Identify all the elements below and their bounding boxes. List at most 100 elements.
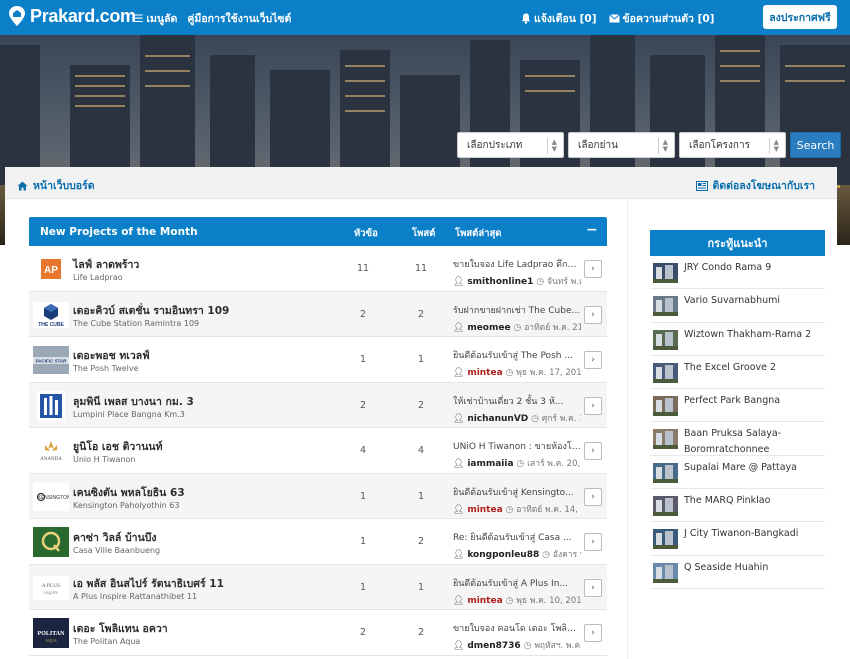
messages-link[interactable]: ข้อความส่วนตัว [0] [608,10,714,27]
sidebar-item[interactable]: Wiztown Thakham-Rama 2 [650,323,825,356]
topic-count: 1 [359,581,367,593]
latest-post-title[interactable]: ยินดีต้อนรับเข้าสู่ Kensingto... [453,485,581,499]
sidebar-item[interactable]: Perfect Park Bangna [650,389,825,423]
property-type-select[interactable]: เลือกประเภท ▲ ▼ [457,132,564,158]
contact-advertise-link[interactable]: ติดต่อลงโฆษณากับเรา [695,177,815,194]
forum-title-link[interactable]: เคนซิงตัน พหลโยธิน 63 [73,484,185,501]
forum-title-link[interactable]: คาซ่า วิลล์ บ้านบึง [73,529,157,546]
latest-post-title[interactable]: ให้เช่าบ้านเดี่ยว 2 ชั้น 3 ห้... [453,394,581,408]
post-author[interactable]: nichanunVD [467,414,528,424]
sidebar-item[interactable]: J City Tiwanon-Bangkadi [650,522,825,556]
latest-post-title[interactable]: ยินดีต้อนรับเข้าสู่ The Posh ... [453,348,581,362]
go-to-latest-icon[interactable]: › [584,578,602,597]
breadcrumb[interactable]: หน้าเว็บบอร์ด [17,177,95,194]
go-to-latest-icon[interactable]: › [584,533,602,551]
project-logo[interactable]: PACIFIC STAR [33,345,69,375]
sidebar-item[interactable]: Q Seaside Huahin [650,556,825,589]
forum-row[interactable]: ANANDA ยูนิโอ เอช ติวานนท์ Unio H Tiwano… [29,428,607,474]
latest-post-title[interactable]: ขายใบจอง Life Ladprao ตึกA ... [453,257,581,271]
latest-post-title[interactable]: ขายใบจอง คอนโด เดอะ โพลิแท... [453,621,581,635]
menu-button[interactable]: ☰ เมนูลัด [134,10,177,27]
forum-title-link[interactable]: เดอะพอช ทเวลฟ์ [73,347,150,364]
forum-title-link[interactable]: เดอะ โพลิแทน อควา [73,620,168,637]
forum-row[interactable]: THE CUBE เดอะคิวบ์ สเตชั่น รามอินทรา 109… [29,291,607,337]
area-value: เลือกย่าน [578,139,618,151]
latest-post-column-header: โพสต์ล่าสุด [455,228,502,239]
post-date: อาทิตย์ พ.ค. 21,... [524,322,581,333]
clock-icon: ◷ [531,413,540,424]
project-logo[interactable] [33,527,69,557]
project-logo[interactable]: POLITAN AQUA [33,618,69,648]
topics-column-header: หัวข้อ [354,228,378,239]
latest-post-title[interactable]: UNiO H Tiwanon : ขายห้องโป... [453,439,581,453]
go-to-latest-icon[interactable]: › [584,260,602,278]
forum-row[interactable]: PACIFIC STAR เดอะพอช ทเวลฟ์ The Posh Twe… [29,337,607,383]
sidebar-item[interactable]: The MARQ Pinklao [650,489,825,523]
latest-post: ยินดีต้อนรับเข้าสู่ A Plus In... 👤︎ mint… [453,576,581,607]
forum-row[interactable]: AP ไลฟ์ ลาดพร้าว Life Ladprao 11 11 ขายใ… [29,246,607,292]
go-to-latest-icon[interactable]: › [584,396,602,415]
hamburger-icon: ☰ [134,12,144,25]
post-author[interactable]: dmen8736 [467,641,520,651]
forum-subtitle: The Posh Twelve [73,364,139,373]
sidebar-item[interactable]: Supalai Mare @ Pattaya [650,456,825,490]
project-logo[interactable]: ANANDA [33,436,69,466]
project-thumbnail [653,396,678,417]
sidebar-item[interactable]: The Excel Groove 2 [650,356,825,390]
forum-category-title[interactable]: New Projects of the Month [40,226,198,238]
area-select[interactable]: เลือกย่าน ▲ ▼ [568,132,675,158]
forum-title-link[interactable]: เดอะคิวบ์ สเตชั่น รามอินทรา 109 [73,302,229,319]
project-logo[interactable]: THE CUBE [33,300,69,330]
post-author[interactable]: mintea [467,505,502,515]
project-logo[interactable]: A PLUS inspire [33,573,69,603]
forum-subtitle: The Cube Station Ramintra 109 [73,318,200,328]
collapse-icon[interactable]: − [586,222,598,238]
latest-post: ยินดีต้อนรับเข้าสู่ The Posh ... 👤︎ mint… [453,348,581,379]
sidebar-item-label: Wiztown Thakham-Rama 2 [684,328,812,340]
sidebar-item-label: The MARQ Pinklao [684,495,771,507]
newspaper-icon [695,180,708,191]
project-logo[interactable]: AP [33,254,69,284]
post-author[interactable]: iammaiia [467,459,513,469]
latest-post-title[interactable]: Re: ยินดีต้อนรับเข้าสู่ Casa ... [453,530,581,544]
sidebar-title: กระทู้แนะนำ [650,230,825,256]
forum-title-link[interactable]: เอ พลัส อินสไปร์ รัตนาธิเบศร์ 11 [73,575,224,592]
post-author[interactable]: smithonline1 [467,277,533,287]
latest-post-title[interactable]: ยินดีต้อนรับเข้าสู่ A Plus In... [453,576,581,590]
go-to-latest-icon[interactable]: › [584,442,602,460]
go-to-latest-icon[interactable]: › [584,305,602,324]
forum-title-link[interactable]: ยูนิโอ เอช ติวานนท์ [73,438,163,455]
forum-row[interactable]: A PLUS inspire เอ พลัส อินสไปร์ รัตนาธิเบ… [29,564,607,610]
post-date: ศุกร์ พ.ค. 19... [541,413,581,424]
forum-title-link[interactable]: ไลฟ์ ลาดพร้าว [73,256,139,273]
post-author[interactable]: mintea [467,596,502,606]
forum-row[interactable]: KENSINGTON เคนซิงตัน พหลโยธิน 63 Kensing… [29,473,607,519]
project-logo[interactable] [33,390,69,421]
latest-post: รับฝากขายฝากเช่า The Cube S... 👤︎ meomee… [453,303,581,334]
latest-post-title[interactable]: รับฝากขายฝากเช่า The Cube S... [453,303,581,317]
post-count: 11 [414,263,428,274]
recommended-sidebar: กระทู้แนะนำ JRY Condo Rama 9 Vario Suvar… [650,230,825,589]
go-to-latest-icon[interactable]: › [584,487,602,506]
project-logo[interactable]: KENSINGTON [33,482,69,512]
forum-row[interactable]: POLITAN AQUA เดอะ โพลิแทน อควา The Polita… [29,610,607,656]
search-button[interactable]: Search [790,132,841,158]
post-author[interactable]: meomee [467,323,510,333]
forum-row[interactable]: ลุมพินี เพลส บางนา กม. 3 Lumpini Place B… [29,382,607,428]
notifications-link[interactable]: แจ้งเตือน [0] [521,10,597,27]
guide-link[interactable]: คู่มือการใช้งานเว็บไซต์ [187,10,291,27]
post-count: 1 [417,490,425,502]
svg-text:THE CUBE: THE CUBE [38,322,64,328]
post-free-button[interactable]: ลงประกาศฟรี [763,5,837,29]
go-to-latest-icon[interactable]: › [584,624,602,642]
project-select[interactable]: เลือกโครงการ ▲ ▼ [679,132,786,158]
site-logo[interactable]: Prakard.com [8,5,136,27]
sidebar-item[interactable]: Vario Suvarnabhumi [650,289,825,323]
sidebar-item[interactable]: JRY Condo Rama 9 [650,256,825,290]
post-author[interactable]: mintea [467,368,502,378]
forum-title-link[interactable]: ลุมพินี เพลส บางนา กม. 3 [73,393,194,410]
go-to-latest-icon[interactable]: › [584,351,602,369]
sidebar-item[interactable]: Baan Pruksa Salaya-Boromratchonnee [650,422,825,456]
post-author[interactable]: kongponleu88 [467,550,539,560]
forum-row[interactable]: คาซ่า วิลล์ บ้านบึง Casa Ville Baanbueng… [29,519,607,565]
